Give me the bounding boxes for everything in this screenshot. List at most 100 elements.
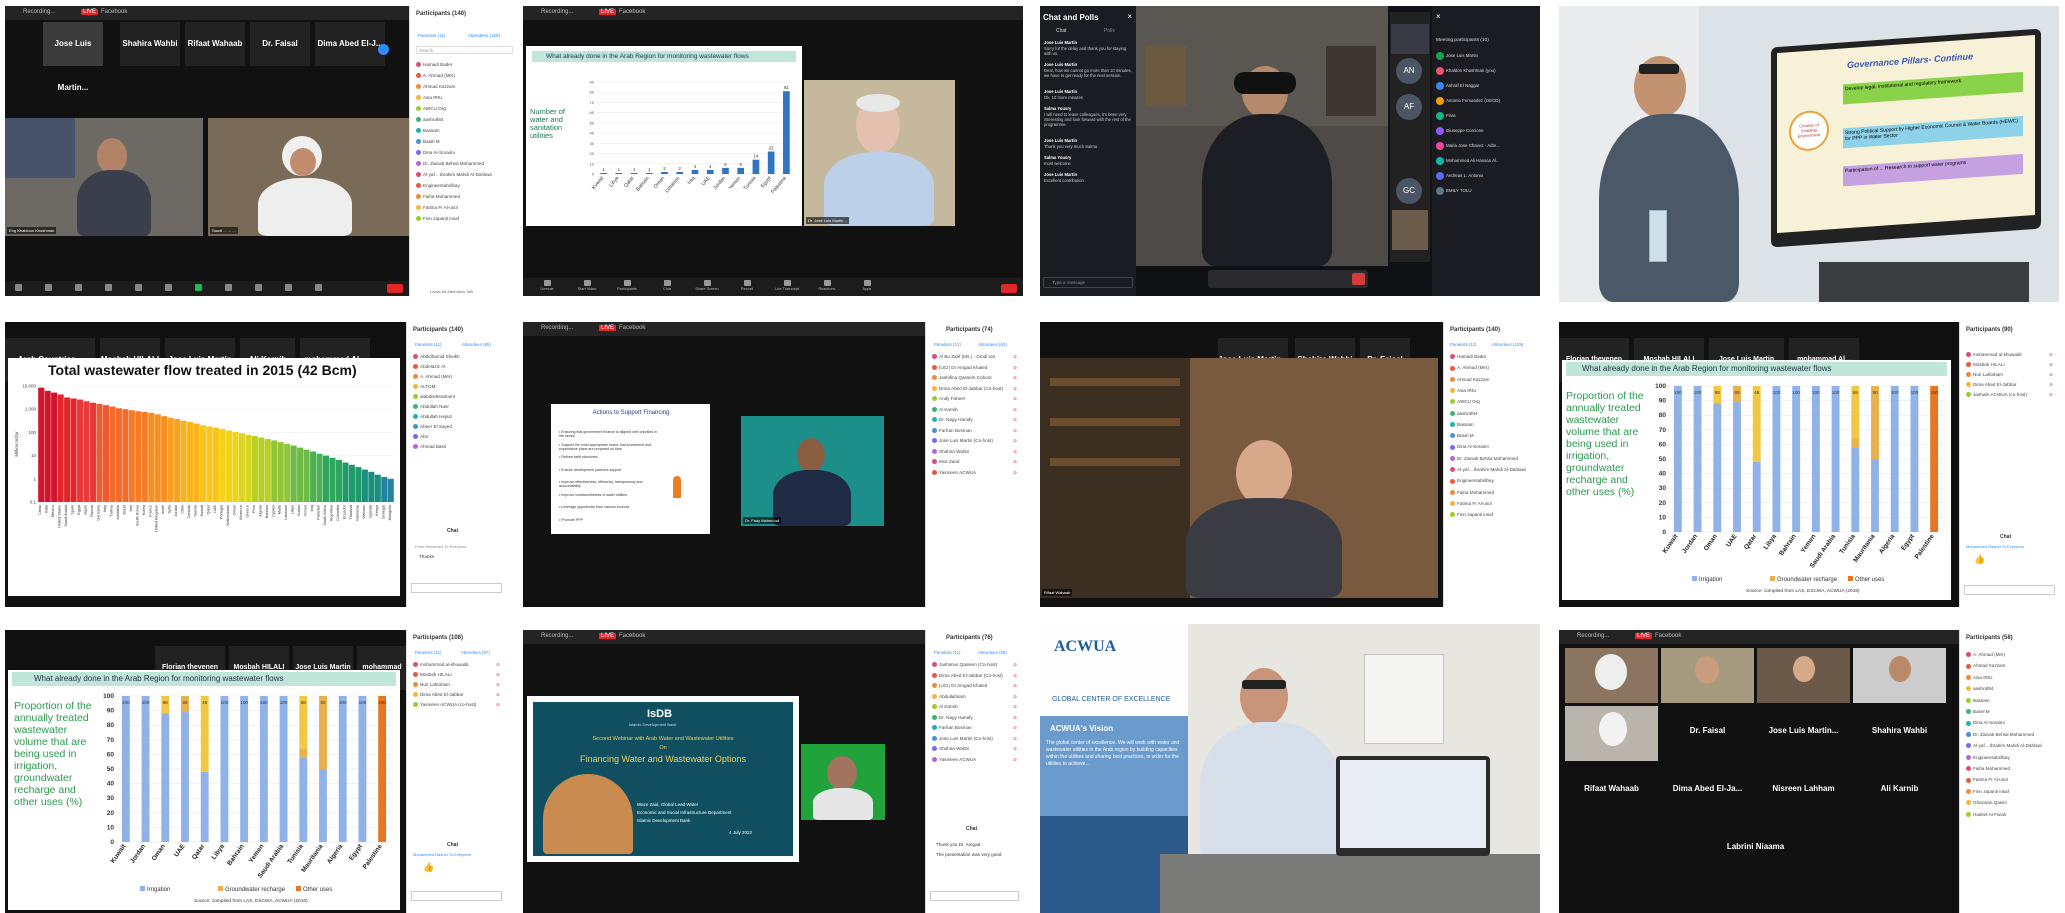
participant-row[interactable]: Jashifina Qassem Cohoot ⊘ [932,375,1017,381]
participant-row[interactable]: Finn zapanti insaf [1450,512,1534,518]
participant-row[interactable]: Al-yaf... Ibrahim Mahdi Al-Dahlawi [1450,467,1534,473]
participant-row[interactable]: ALTOM [413,384,500,390]
participant-row[interactable]: aashraf84 [1966,686,2053,692]
participant-row[interactable]: Mos Zand ⊘ [932,459,1017,465]
participant-row[interactable]: Finn zapanti insaf [416,216,513,222]
participant-row[interactable]: Engineersabrilbay [1966,755,2053,761]
participant-row[interactable]: Basel M [1450,433,1534,439]
thumb-2[interactable]: Shahira Wahbi [120,22,180,66]
participant-row[interactable]: alabdiwtreatment [413,394,500,400]
leave-call-button[interactable] [1352,273,1365,285]
toolbar-button[interactable]: Record [729,279,765,291]
mic-muted-icon[interactable]: ⊘ [1013,449,1017,455]
participant-row[interactable]: Jose Luis Martin (Co-host) ⊘ [932,438,1017,444]
mic-muted-icon[interactable]: ⊘ [1013,694,1017,700]
mic-muted-icon[interactable]: ⊘ [496,702,500,708]
participant-row[interactable]: Al Karnib ⊘ [932,704,1017,710]
participant-row[interactable]: Ghazwan Qasim [1966,800,2053,806]
participant-row[interactable]: Dina Al-Soraimi [416,150,513,156]
participant-row[interactable]: Abdullah Hejazi [413,414,500,420]
tab-attendees[interactable]: Attendees (129) [468,33,500,38]
participant-row[interactable]: mohammad al-khuwaldi ⊘ [1966,352,2053,358]
participant-row[interactable]: Asia IRIU [1450,388,1534,394]
facebook-label[interactable]: Facebook [1655,633,1681,639]
participant-row[interactable]: Dr. Zainab Behsa Mohammed [416,161,513,167]
mic-muted-icon[interactable]: ⊘ [496,692,500,698]
participant-row[interactable]: A. Ahmad (Mrs) [1450,365,1534,371]
mic-muted-icon[interactable]: ⊘ [1013,736,1017,742]
participant-row[interactable]: Mosbah HILALI ⊘ [413,672,500,678]
chat-input[interactable] [1964,585,2055,595]
mic-muted-icon[interactable]: ⊘ [2049,372,2053,378]
participant-row[interactable]: Al Karnib ⊘ [932,407,1017,413]
participant-row[interactable]: Drina Abed El-Jabbar (Co-host) ⊘ [932,386,1017,392]
participant-row[interactable]: Yasmeen ACWUA (co-host) ⊘ [413,702,500,708]
toolbar-button[interactable]: Share Screen [689,279,725,291]
end-button[interactable] [387,284,403,293]
participant-row[interactable]: Yasmeen ACWUA ⊘ [932,757,1017,763]
participant-row[interactable]: Fatima Fr Al-usol [416,205,513,211]
mic-muted-icon[interactable]: ⊘ [1013,470,1017,476]
tab-attendees[interactable]: Attendees (129) [1492,342,1523,347]
participant-row[interactable]: Ahmad Kazzam [1450,377,1534,383]
participant-row[interactable]: Asia IRIU [1966,675,2053,681]
mic-muted-icon[interactable]: ⊘ [496,682,500,688]
mic-muted-icon[interactable]: ⊘ [2049,362,2053,368]
participant-row[interactable]: Abeer El Sayed [413,424,500,430]
participant-row[interactable]: Antonio Fernandez (OECD) [1436,97,1534,107]
close-icon[interactable]: × [1127,12,1132,21]
mic-muted-icon[interactable]: ⊘ [1013,407,1017,413]
mic-muted-icon[interactable]: ⊘ [2049,382,2053,388]
participant-row[interactable]: EMILY TOLU [1436,187,1534,197]
tab-panelists[interactable]: Panelists (11) [934,650,961,655]
participant-row[interactable]: Faiha Mohammed [1450,490,1534,496]
toolbar-button[interactable]: Chat [649,279,685,291]
facebook-label[interactable]: Facebook [619,9,645,15]
participant-row[interactable]: Dr. Zainab Behsa Mohammed [1966,732,2053,738]
mic-muted-icon[interactable]: ⊘ [496,662,500,668]
tab-polls[interactable]: Polls [1104,28,1115,34]
mic-muted-icon[interactable]: ⊘ [1013,386,1017,392]
mic-muted-icon[interactable]: ⊘ [1013,715,1017,721]
participant-row[interactable]: Bassam [416,128,513,134]
participant-row[interactable]: Bassam [1966,698,2053,704]
participant-row[interactable]: Dr. Zainab Behsa Mohammed [1450,456,1534,462]
facebook-label[interactable]: Facebook [619,325,645,331]
toolbar-button[interactable]: Live Transcript [769,279,805,291]
tab-attendees[interactable]: Attendees (65) [978,650,1007,655]
participant-row[interactable]: Bassam [1450,422,1534,428]
participant-row[interactable]: Dima Abed El-Jabbar ⊘ [413,692,500,698]
tab-panelists[interactable]: Panelists (11) [418,33,445,38]
participant-row[interactable]: Hadeel Al-Farah [1966,812,2053,818]
mic-muted-icon[interactable]: ⊘ [1013,683,1017,689]
participant-row[interactable]: Khaldon Khashman (you) [1436,67,1534,77]
participant-row[interactable]: (UCI) Dr Amgad Khaled ⊘ [932,365,1017,371]
mic-muted-icon[interactable]: ⊘ [1013,725,1017,731]
live-badge[interactable]: LIVE [599,9,617,15]
participant-row[interactable]: Fatima Fr Al-usol [1966,777,2053,783]
participant-row[interactable]: Farhan Bosman ⊘ [932,725,1017,731]
mic-muted-icon[interactable]: ⊘ [1013,757,1017,763]
close-icon[interactable]: × [1436,12,1441,21]
tab-panelists[interactable]: Panelists (11) [415,650,442,655]
chat-input[interactable] [930,891,1019,901]
facebook-label[interactable]: Facebook [101,9,127,15]
participant-row[interactable]: Jashimus Qassem (Co-host) ⊘ [932,662,1017,668]
participant-row[interactable]: A. Ahmad (Mrs) [1966,652,2053,658]
live-badge[interactable]: LIVE [81,9,99,15]
participant-row[interactable]: Hamadi Bader [416,62,513,68]
mic-muted-icon[interactable]: ⊘ [1013,396,1017,402]
mic-muted-icon[interactable]: ⊘ [1013,673,1017,679]
thumb-4[interactable]: Dr. Faisal [250,22,310,66]
participant-row[interactable]: Basel M [416,139,513,145]
participant-row[interactable]: Dr. Nagy Hanafy ⊘ [932,417,1017,423]
mic-muted-icon[interactable]: ⊘ [2049,352,2053,358]
mic-muted-icon[interactable]: ⊘ [1013,662,1017,668]
participant-row[interactable]: Basel M [1966,709,2053,715]
toolbar-button[interactable]: Start Video [569,279,605,291]
participant-row[interactable]: Mosbah HILALI ⊘ [1966,362,2053,368]
participant-row[interactable]: Andreas L. Antonio [1436,172,1534,182]
participant-row[interactable]: Faiha Mohammed [416,194,513,200]
participant-row[interactable]: Dr. Nagy Hanafy ⊘ [932,715,1017,721]
participant-row[interactable]: Abdullahsam ⊘ [932,694,1017,700]
